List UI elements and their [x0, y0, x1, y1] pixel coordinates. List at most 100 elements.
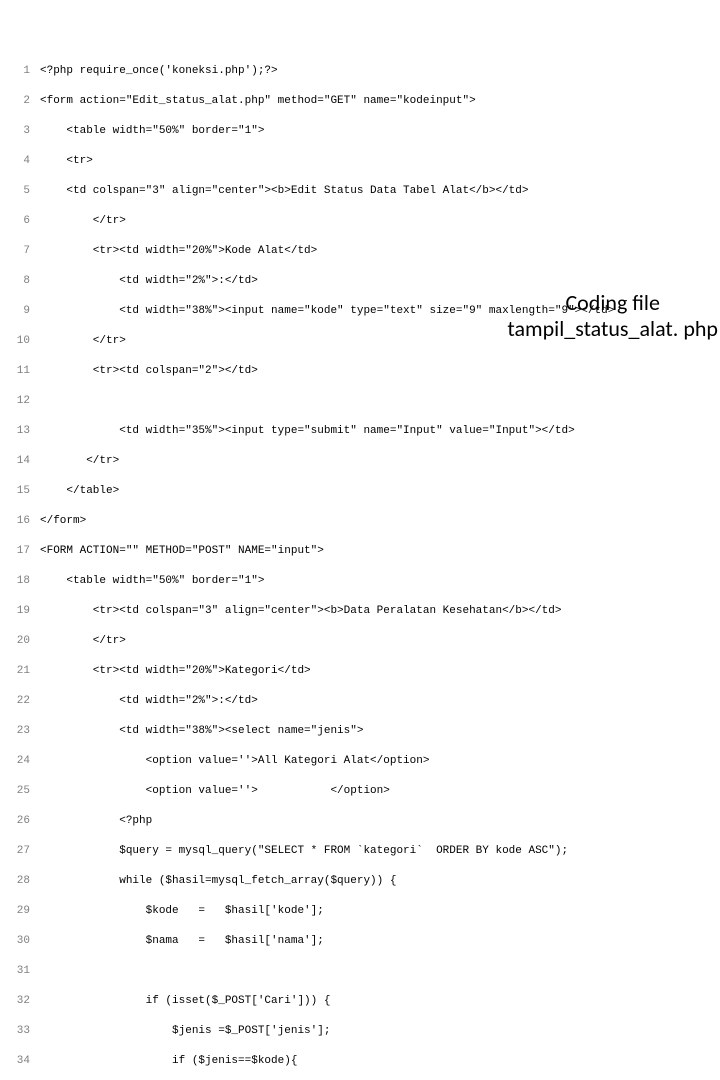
- code-text: <tr><td colspan="3" align="center"><b>Da…: [40, 605, 562, 617]
- code-line: 30 $nama = $hasil['nama'];: [4, 934, 716, 949]
- code-line: 34 if ($jenis==$kode){: [4, 1054, 716, 1069]
- code-line: 20 </tr>: [4, 634, 716, 649]
- code-line: 19 <tr><td colspan="3" align="center"><b…: [4, 604, 716, 619]
- code-text: while ($hasil=mysql_fetch_array($query))…: [40, 875, 396, 887]
- code-line: 16</form>: [4, 514, 716, 529]
- line-number: 27: [4, 844, 40, 859]
- code-line: 1<?php require_once('koneksi.php');?>: [4, 64, 716, 79]
- code-line: 32 if (isset($_POST['Cari'])) {: [4, 994, 716, 1009]
- code-line: 26 <?php: [4, 814, 716, 829]
- code-text: <td width="35%"><input type="submit" nam…: [40, 425, 575, 437]
- line-number: 24: [4, 754, 40, 769]
- line-number: 30: [4, 934, 40, 949]
- code-line: 25 <option value=''> </option>: [4, 784, 716, 799]
- code-line: 13 <td width="35%"><input type="submit" …: [4, 424, 716, 439]
- slide-annotation: Coding file tampil_status_alat. php: [507, 290, 718, 342]
- code-text: $jenis =$_POST['jenis'];: [40, 1025, 330, 1037]
- line-number: 33: [4, 1024, 40, 1039]
- code-line: 11 <tr><td colspan="2"></td>: [4, 364, 716, 379]
- code-text: </table>: [40, 485, 119, 497]
- line-number: 16: [4, 514, 40, 529]
- code-text: <option value=''> </option>: [40, 785, 390, 797]
- code-line: 8 <td width="2%">:</td>: [4, 274, 716, 289]
- code-line: 23 <td width="38%"><select name="jenis">: [4, 724, 716, 739]
- line-number: 8: [4, 274, 40, 289]
- code-line: 2<form action="Edit_status_alat.php" met…: [4, 94, 716, 109]
- line-number: 11: [4, 364, 40, 379]
- line-number: 31: [4, 964, 40, 979]
- line-number: 6: [4, 214, 40, 229]
- line-number: 17: [4, 544, 40, 559]
- code-text: </tr>: [40, 215, 126, 227]
- code-text: <td colspan="3" align="center"><b>Edit S…: [40, 185, 528, 197]
- code-text: <tr><td width="20%">Kode Alat</td>: [40, 245, 317, 257]
- code-text: </tr>: [40, 635, 126, 647]
- code-line: 31: [4, 964, 716, 979]
- code-text: <tr><td colspan="2"></td>: [40, 365, 258, 377]
- line-number: 3: [4, 124, 40, 139]
- line-number: 34: [4, 1054, 40, 1069]
- code-text: </tr>: [40, 335, 126, 347]
- line-number: 25: [4, 784, 40, 799]
- line-number: 22: [4, 694, 40, 709]
- code-line: 17<FORM ACTION="" METHOD="POST" NAME="in…: [4, 544, 716, 559]
- code-text: <tr>: [40, 155, 93, 167]
- code-line: 6 </tr>: [4, 214, 716, 229]
- code-line: 12: [4, 394, 716, 409]
- code-line: 15 </table>: [4, 484, 716, 499]
- code-text: <?php: [40, 815, 152, 827]
- code-line: 14 </tr>: [4, 454, 716, 469]
- code-text: $kode = $hasil['kode'];: [40, 905, 324, 917]
- line-number: 12: [4, 394, 40, 409]
- code-text: </form>: [40, 515, 86, 527]
- code-text: <table width="50%" border="1">: [40, 575, 264, 587]
- line-number: 19: [4, 604, 40, 619]
- code-text: if ($jenis==$kode){: [40, 1055, 297, 1067]
- line-number: 9: [4, 304, 40, 319]
- code-text: <?php require_once('koneksi.php');?>: [40, 65, 278, 77]
- code-line: 27 $query = mysql_query("SELECT * FROM `…: [4, 844, 716, 859]
- code-text: <td width="2%">:</td>: [40, 275, 258, 287]
- line-number: 2: [4, 94, 40, 109]
- code-text: <option value=''>All Kategori Alat</opti…: [40, 755, 429, 767]
- code-text: </tr>: [40, 455, 119, 467]
- code-line: 5 <td colspan="3" align="center"><b>Edit…: [4, 184, 716, 199]
- code-line: 3 <table width="50%" border="1">: [4, 124, 716, 139]
- line-number: 20: [4, 634, 40, 649]
- code-line: 4 <tr>: [4, 154, 716, 169]
- code-line: 22 <td width="2%">:</td>: [4, 694, 716, 709]
- code-line: 18 <table width="50%" border="1">: [4, 574, 716, 589]
- line-number: 15: [4, 484, 40, 499]
- code-line: 7 <tr><td width="20%">Kode Alat</td>: [4, 244, 716, 259]
- code-text: <table width="50%" border="1">: [40, 125, 264, 137]
- code-line: 28 while ($hasil=mysql_fetch_array($quer…: [4, 874, 716, 889]
- line-number: 13: [4, 424, 40, 439]
- line-number: 21: [4, 664, 40, 679]
- code-line: 29 $kode = $hasil['kode'];: [4, 904, 716, 919]
- code-line: 24 <option value=''>All Kategori Alat</o…: [4, 754, 716, 769]
- code-line: 33 $jenis =$_POST['jenis'];: [4, 1024, 716, 1039]
- code-text: <td width="2%">:</td>: [40, 695, 258, 707]
- line-number: 32: [4, 994, 40, 1009]
- code-text: <FORM ACTION="" METHOD="POST" NAME="inpu…: [40, 545, 324, 557]
- line-number: 18: [4, 574, 40, 589]
- code-text: <form action="Edit_status_alat.php" meth…: [40, 95, 476, 107]
- line-number: 23: [4, 724, 40, 739]
- code-text: $nama = $hasil['nama'];: [40, 935, 324, 947]
- annotation-line1: Coding file: [565, 289, 659, 316]
- line-number: 4: [4, 154, 40, 169]
- code-text: <td width="38%"><select name="jenis">: [40, 725, 363, 737]
- line-number: 14: [4, 454, 40, 469]
- line-number: 7: [4, 244, 40, 259]
- line-number: 28: [4, 874, 40, 889]
- code-line: 21 <tr><td width="20%">Kategori</td>: [4, 664, 716, 679]
- annotation-line2: tampil_status_alat. php: [507, 315, 718, 342]
- line-number: 29: [4, 904, 40, 919]
- line-number: 1: [4, 64, 40, 79]
- line-number: 26: [4, 814, 40, 829]
- line-number: 5: [4, 184, 40, 199]
- code-text: $query = mysql_query("SELECT * FROM `kat…: [40, 845, 568, 857]
- code-text: <tr><td width="20%">Kategori</td>: [40, 665, 311, 677]
- code-text: if (isset($_POST['Cari'])) {: [40, 995, 330, 1007]
- line-number: 10: [4, 334, 40, 349]
